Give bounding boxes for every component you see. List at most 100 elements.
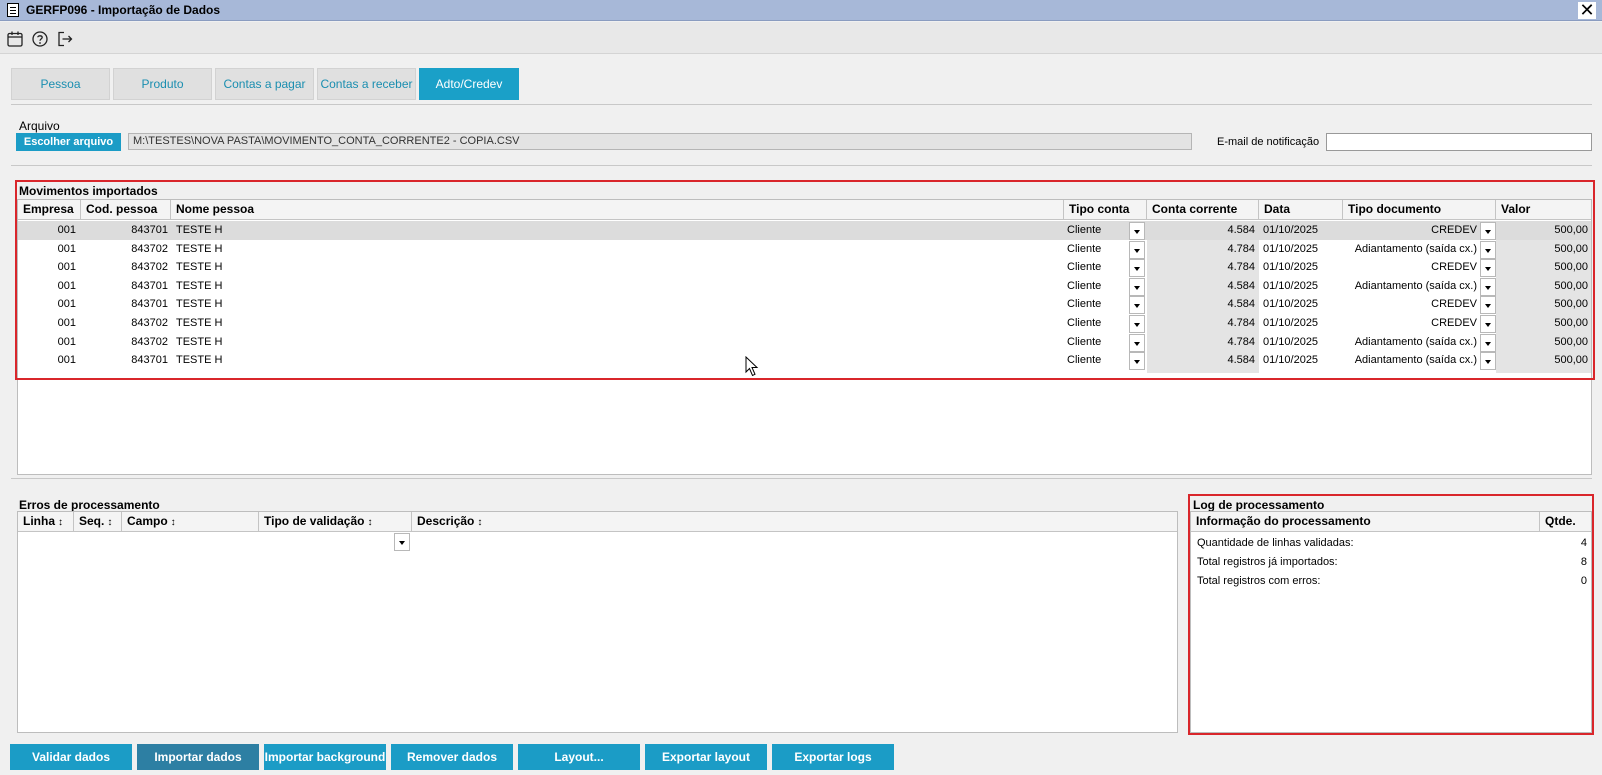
movimentos-grid: Empresa Cod. pessoa Nome pessoa Tipo con… — [17, 199, 1592, 475]
document-icon — [7, 3, 19, 17]
tipo-documento-dropdown[interactable] — [1480, 259, 1496, 278]
tipo-conta-dropdown[interactable] — [1129, 240, 1145, 259]
cell-cod-pessoa: 843702 — [131, 242, 168, 255]
column-header-seq[interactable]: Seq. ↕ — [74, 512, 122, 532]
remover-dados-button[interactable]: Remover dados — [391, 744, 513, 770]
tab-produto[interactable]: Produto — [113, 68, 212, 100]
cell-cod-pessoa: 843701 — [131, 298, 168, 311]
table-row[interactable]: 001 843701 TESTE H Cliente 4.584 01/10/2025 Ad… — [18, 351, 1591, 371]
table-row[interactable]: 001 843702 TESTE H Cliente 4.784 01/10/2025 Ad… — [18, 240, 1591, 259]
footer-toolbar: Validar dados Importar dados Importar ba… — [0, 744, 1602, 775]
cell-cod-pessoa: 843702 — [131, 317, 168, 329]
email-input[interactable] — [1326, 133, 1592, 151]
cell-empresa: 001 — [57, 224, 76, 236]
tipo-conta-dropdown[interactable] — [1129, 333, 1145, 352]
table-row[interactable]: 001 843701 TESTE H Cliente 4.584 01/10/2025 CR… — [18, 295, 1591, 315]
importar-background-button[interactable]: Importar background — [264, 744, 386, 770]
choose-file-button[interactable]: Escolher arquivo — [16, 133, 121, 151]
sort-icon: ↕ — [107, 517, 113, 528]
window-title: GERFP096 - Importação de Dados — [26, 3, 221, 17]
tipo-documento-dropdown[interactable] — [1480, 222, 1496, 240]
importar-dados-button[interactable]: Importar dados — [137, 744, 259, 770]
column-header-nome-pessoa[interactable]: Nome pessoa — [171, 200, 1064, 220]
cell-cod-pessoa: 843701 — [131, 279, 168, 292]
cell-tipo-conta: Cliente — [1067, 335, 1102, 348]
calendar-icon[interactable] — [6, 30, 24, 48]
column-header-tipo-validacao[interactable]: Tipo de validação ↕ — [259, 512, 412, 532]
table-row[interactable]: 001 843701 TESTE H Cliente 4.584 01/10/2025 Ad… — [18, 277, 1591, 296]
tipo-conta-dropdown[interactable] — [1129, 222, 1145, 240]
divider — [11, 104, 1592, 105]
tab-contas-a-receber[interactable]: Contas a receber — [317, 68, 416, 100]
movimentos-label: Movimentos importados — [19, 184, 158, 198]
divider — [11, 165, 1592, 166]
column-header-data[interactable]: Data — [1259, 200, 1343, 220]
column-header-tipo-conta[interactable]: Tipo conta — [1064, 200, 1147, 220]
column-header-qtde[interactable]: Qtde. — [1540, 512, 1591, 532]
cell-valor: 500,00 — [1554, 354, 1588, 367]
column-header-campo[interactable]: Campo ↕ — [122, 512, 259, 532]
table-row[interactable]: 001 843702 TESTE H Cliente 4.784 01/10/2025 CR… — [18, 314, 1591, 333]
table-row[interactable]: 001 843702 TESTE H Cliente 4.784 01/10/2025 Ad… — [18, 333, 1591, 352]
tipo-conta-dropdown[interactable] — [1129, 352, 1145, 371]
validar-dados-button[interactable]: Validar dados — [10, 744, 132, 770]
layout-button[interactable]: Layout... — [518, 744, 640, 770]
column-header-empresa[interactable]: Empresa — [18, 200, 81, 220]
column-header-conta-corrente[interactable]: Conta corrente — [1147, 200, 1259, 220]
close-button[interactable]: ✕ — [1578, 1, 1596, 19]
column-header-linha[interactable]: Linha ↕ — [18, 512, 74, 532]
tipo-documento-dropdown[interactable] — [1480, 277, 1496, 296]
table-row[interactable]: 001 843702 TESTE H Cliente 4.784 01/10/2025 CR… — [18, 258, 1591, 278]
cell-data: 01/10/2025 — [1263, 335, 1319, 348]
column-header-descricao[interactable]: Descrição ↕ — [412, 512, 1177, 532]
column-header-cod-pessoa[interactable]: Cod. pessoa — [81, 200, 171, 220]
cell-tipo-documento: Adiantamento (saída cx.) — [1354, 354, 1477, 367]
tipo-conta-dropdown[interactable] — [1129, 296, 1145, 315]
column-header-tipo-documento[interactable]: Tipo documento — [1343, 200, 1496, 220]
cell-valor: 500,00 — [1554, 317, 1588, 329]
cell-valor: 500,00 — [1554, 224, 1588, 236]
cell-valor: 500,00 — [1554, 261, 1588, 274]
tipo-conta-dropdown[interactable] — [1129, 277, 1145, 296]
sort-icon: ↕ — [58, 517, 63, 528]
column-label: Tipo de validação — [264, 514, 365, 528]
tab-pessoa[interactable]: Pessoa — [11, 68, 110, 100]
cell-conta-corrente: 4.784 — [1227, 261, 1255, 274]
column-header-valor[interactable]: Valor — [1496, 200, 1591, 220]
tab-contas-a-pagar[interactable]: Contas a pagar — [215, 68, 314, 100]
cell-data: 01/10/2025 — [1263, 224, 1319, 236]
tipo-documento-dropdown[interactable] — [1480, 352, 1496, 371]
tipo-documento-dropdown[interactable] — [1480, 315, 1496, 333]
cell-cod-pessoa: 843702 — [131, 261, 168, 274]
tipo-validacao-dropdown[interactable] — [394, 533, 410, 551]
cell-valor: 500,00 — [1554, 242, 1588, 255]
toolbar — [0, 22, 1602, 54]
cell-data: 01/10/2025 — [1263, 298, 1319, 311]
column-header-informacao[interactable]: Informação do processamento — [1191, 512, 1540, 532]
log-grid: Informação do processamento Qtde. Quanti… — [1190, 511, 1592, 733]
log-row: Quantidade de linhas validadas: 4 — [1197, 534, 1587, 553]
table-row[interactable]: 001 843701 TESTE H Cliente 4.584 01/10/2025 CR… — [18, 221, 1591, 240]
tipo-documento-dropdown[interactable] — [1480, 333, 1496, 352]
divider — [11, 478, 1592, 479]
tipo-documento-dropdown[interactable] — [1480, 296, 1496, 315]
cell-empresa: 001 — [57, 354, 76, 367]
tipo-documento-dropdown[interactable] — [1480, 240, 1496, 259]
tab-adto-credev[interactable]: Adto/Credev — [419, 68, 519, 100]
cell-nome-pessoa: TESTE H — [176, 317, 223, 329]
help-icon[interactable] — [31, 30, 49, 48]
cell-data: 01/10/2025 — [1263, 261, 1319, 274]
cell-tipo-documento: Adiantamento (saída cx.) — [1354, 335, 1477, 348]
log-info: Quantidade de linhas validadas: — [1197, 537, 1354, 549]
tab-bar: Pessoa Produto Contas a pagar Contas a r… — [11, 68, 522, 101]
cell-cod-pessoa: 843702 — [131, 335, 168, 348]
cell-empresa: 001 — [57, 335, 76, 348]
cell-nome-pessoa: TESTE H — [176, 261, 223, 274]
tipo-conta-dropdown[interactable] — [1129, 315, 1145, 333]
cell-cod-pessoa: 843701 — [131, 354, 168, 367]
column-label: Descrição — [417, 514, 475, 528]
exportar-layout-button[interactable]: Exportar layout — [645, 744, 767, 770]
exit-icon[interactable] — [56, 30, 74, 48]
exportar-logs-button[interactable]: Exportar logs — [772, 744, 894, 770]
tipo-conta-dropdown[interactable] — [1129, 259, 1145, 278]
